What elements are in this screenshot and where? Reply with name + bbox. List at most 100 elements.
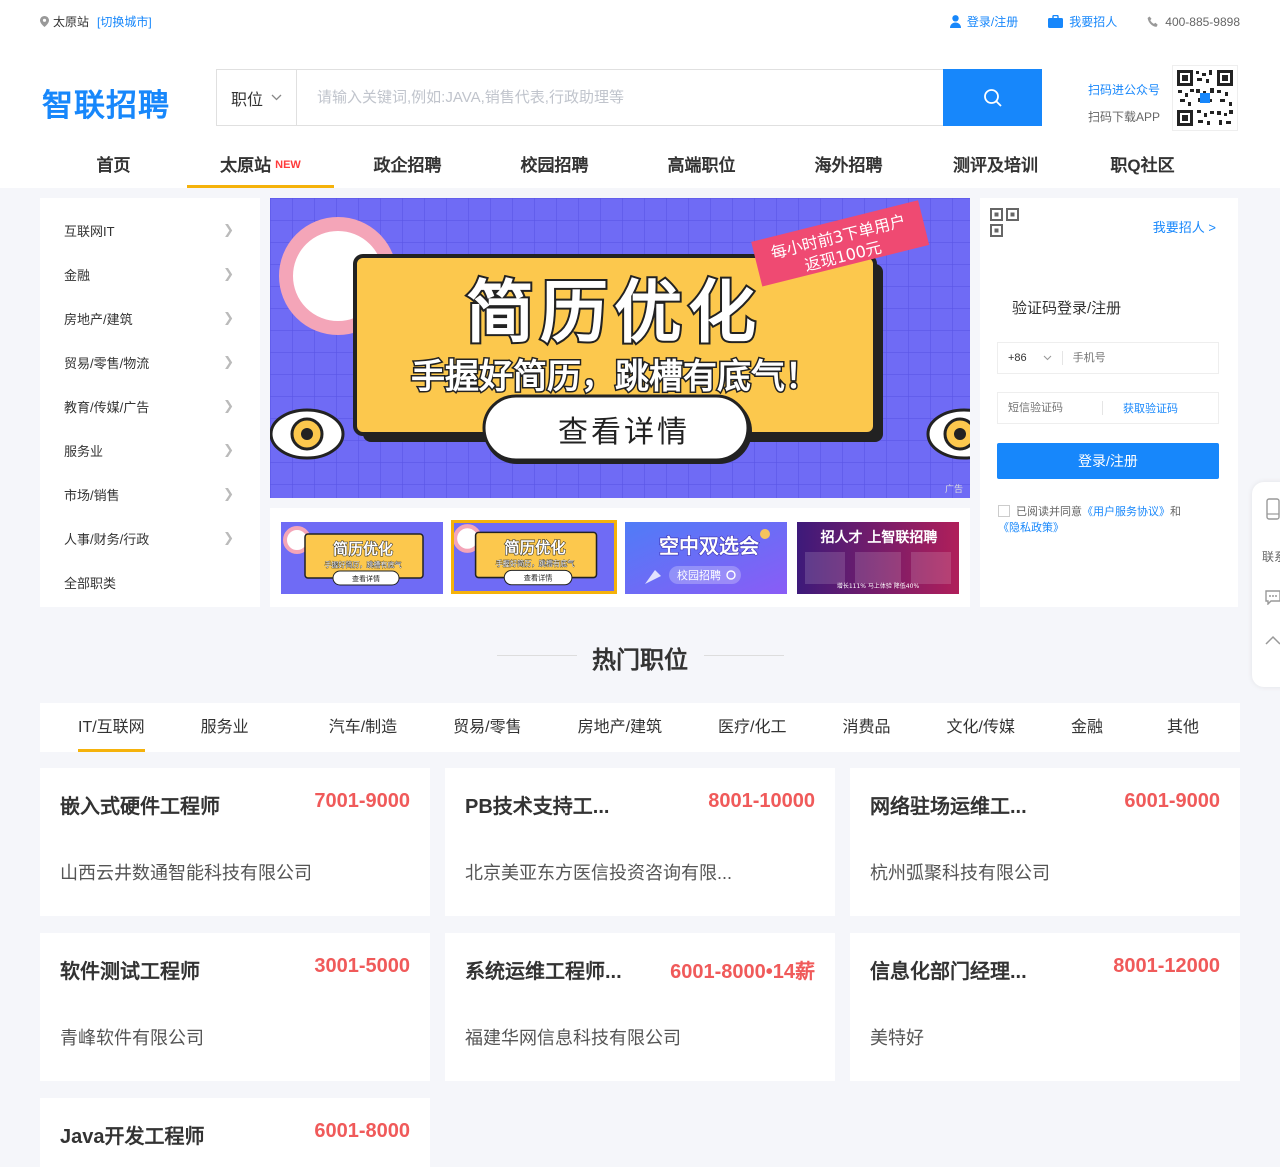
get-code-button[interactable]: 获取验证码 xyxy=(1123,400,1178,416)
switch-city-link[interactable]: [切换城市] xyxy=(97,13,152,30)
category-label: 市场/销售 xyxy=(64,487,120,503)
job-title: PB技术支持工... xyxy=(465,796,610,818)
category-item[interactable]: 教育/传媒/广告 ❯ xyxy=(40,384,260,428)
login-panel: 我要招人 > 验证码登录/注册 +86 获取验证码 登录/注册 已阅读并同意《用… xyxy=(980,198,1238,607)
user-agreement-link[interactable]: 《用户服务协议》 xyxy=(1082,506,1170,518)
category-item[interactable]: 市场/销售 ❯ xyxy=(40,472,260,516)
nav-label: 首页 xyxy=(96,156,131,175)
nav-senior[interactable]: 高端职位 xyxy=(628,140,775,188)
thumbnail-4[interactable]: 招人才 上智联招聘 增长111% 马上体验 降低40% xyxy=(797,522,959,594)
nav-label: 职Q社区 xyxy=(1110,156,1175,175)
job-title: Java开发工程师 xyxy=(60,1126,205,1148)
nav-home[interactable]: 首页 xyxy=(40,140,187,188)
nav-label: 海外招聘 xyxy=(814,156,883,175)
hire-link-panel[interactable]: 我要招人 > xyxy=(1153,217,1216,236)
qr-code xyxy=(1172,65,1238,131)
tab-medical-chemical[interactable]: 医疗/化工 xyxy=(706,703,798,752)
category-item[interactable]: 人事/财务/行政 ❯ xyxy=(40,516,260,560)
mobile-icon[interactable] xyxy=(1266,498,1280,520)
nav-label: 高端职位 xyxy=(667,156,736,175)
tab-auto-manufacturing[interactable]: 汽车/制造 xyxy=(317,703,409,752)
category-label: 金融 xyxy=(64,267,91,283)
agree-checkbox[interactable] xyxy=(998,505,1010,517)
nav-community[interactable]: 职Q社区 xyxy=(1069,140,1216,188)
chevron-right-icon: ❯ xyxy=(223,398,234,413)
search-type-select[interactable]: 职位 xyxy=(217,70,297,125)
tab-finance[interactable]: 金融 xyxy=(1059,703,1115,752)
thumbnail-art: 空中双选会 校园招聘 xyxy=(625,522,787,594)
category-item[interactable]: 互联网IT ❯ xyxy=(40,208,260,252)
job-card[interactable]: 软件测试工程师 3001-5000 青峰软件有限公司 xyxy=(40,933,430,1081)
job-card[interactable]: 信息化部门经理... 8001-12000 美特好 xyxy=(850,933,1240,1081)
job-company: 青峰软件有限公司 xyxy=(60,1028,204,1048)
chevron-right-icon: ❯ xyxy=(223,442,234,457)
login-register-link[interactable]: 登录/注册 xyxy=(949,13,1018,30)
login-title: 验证码登录/注册 xyxy=(1012,300,1122,317)
thumbnail-2[interactable]: 简历优化 手握好简历，跳槽有底气 查看详情 xyxy=(451,520,617,594)
tab-other[interactable]: 其他 xyxy=(1155,703,1211,752)
sidebar-label: 联系 xyxy=(1262,550,1280,564)
new-badge: NEW xyxy=(275,159,301,171)
category-item[interactable]: 服务业 ❯ xyxy=(40,428,260,472)
agree-prefix: 已阅读并同意 xyxy=(1016,506,1082,518)
category-item[interactable]: 贸易/零售/物流 ❯ xyxy=(40,340,260,384)
phone-label: 400-885-9898 xyxy=(1165,14,1240,29)
country-code[interactable]: +86 xyxy=(998,352,1027,364)
thumb-sub: 校园招聘 xyxy=(677,568,721,582)
thumbnail-1[interactable]: 简历优化 手握好简历，跳槽有底气 查看详情 xyxy=(281,522,443,594)
login-submit-button[interactable]: 登录/注册 xyxy=(997,443,1219,479)
hero-banner[interactable]: 简历优化 手握好简历，跳槽有底气！ 查看详情 每小时前3下单用户 返现100元 … xyxy=(270,198,970,498)
chat-icon[interactable] xyxy=(1265,589,1280,605)
nav-government[interactable]: 政企招聘 xyxy=(334,140,481,188)
privacy-policy-link[interactable]: 《隐私政策》 xyxy=(998,522,1064,534)
job-salary: 8001-10000 xyxy=(708,790,815,812)
category-item[interactable]: 房地产/建筑 ❯ xyxy=(40,296,260,340)
search-button[interactable] xyxy=(943,69,1042,126)
tab-consumer-goods[interactable]: 消费品 xyxy=(831,703,903,752)
qr-login-icon[interactable] xyxy=(990,208,1020,238)
code-input[interactable] xyxy=(998,402,1098,414)
job-salary: 3001-5000 xyxy=(314,955,410,977)
search-icon xyxy=(983,88,1002,107)
nav-label: 校园招聘 xyxy=(520,156,589,175)
nav-label: 测评及培训 xyxy=(953,156,1038,175)
chevron-down-icon xyxy=(1043,355,1052,361)
tab-it-internet[interactable]: IT/互联网 xyxy=(66,703,157,752)
tab-service[interactable]: 服务业 xyxy=(189,703,261,752)
nav-city-station[interactable]: 太原站 NEW xyxy=(187,140,334,188)
category-item[interactable]: 金融 ❯ xyxy=(40,252,260,296)
thumb-cta: 查看详情 xyxy=(352,574,380,583)
job-card[interactable]: Java开发工程师 6001-8000 xyxy=(40,1098,430,1167)
banner-thumbnails: 简历优化 手握好简历，跳槽有底气 查看详情 简历优化 手握好简历，跳槽有底气 查… xyxy=(270,508,970,607)
nav-overseas[interactable]: 海外招聘 xyxy=(775,140,922,188)
phone-input[interactable] xyxy=(1072,352,1203,364)
job-card[interactable]: 网络驻场运维工... 6001-9000 杭州弧聚科技有限公司 xyxy=(850,768,1240,916)
category-label: 全部职类 xyxy=(64,575,117,591)
banner-artwork: 简历优化 手握好简历，跳槽有底气！ 查看详情 每小时前3下单用户 返现100元 … xyxy=(270,198,970,498)
thumbnail-art: 简历优化 手握好简历，跳槽有底气 查看详情 xyxy=(281,522,443,594)
chevron-right-icon: ❯ xyxy=(223,266,234,281)
tab-trade-retail[interactable]: 贸易/零售 xyxy=(441,703,533,752)
job-card[interactable]: 系统运维工程师... 6001-8000•14薪 福建华网信息科技有限公司 xyxy=(445,933,835,1081)
chevron-right-icon: ❯ xyxy=(223,222,234,237)
nav-assessment[interactable]: 测评及培训 xyxy=(922,140,1069,188)
logo[interactable]: 智联招聘 xyxy=(42,80,170,125)
job-card[interactable]: 嵌入式硬件工程师 7001-9000 山西云井数通智能科技有限公司 xyxy=(40,768,430,916)
divider xyxy=(1061,351,1063,365)
tab-culture-media[interactable]: 文化/传媒 xyxy=(935,703,1027,752)
top-bar: 太原站 [切换城市] 登录/注册 我要招人 400-885-9898 xyxy=(0,0,1280,40)
job-category-tabs: IT/互联网 服务业 汽车/制造 贸易/零售 房地产/建筑 医疗/化工 消费品 … xyxy=(40,703,1240,752)
search-input[interactable] xyxy=(297,70,943,125)
chevron-right-icon: ❯ xyxy=(223,310,234,325)
qr-official-link[interactable]: 扫码进公众号 xyxy=(1088,77,1160,104)
agreement: 已阅读并同意《用户服务协议》和 《隐私政策》 xyxy=(998,504,1223,536)
thumb-sub: 手握好简历，跳槽有底气 xyxy=(325,560,402,569)
hire-link[interactable]: 我要招人 xyxy=(1048,13,1117,30)
tab-real-estate[interactable]: 房地产/建筑 xyxy=(566,703,674,752)
banner-headline: 简历优化 xyxy=(466,274,762,353)
job-title: 嵌入式硬件工程师 xyxy=(60,796,220,818)
category-item-all[interactable]: 全部职类 xyxy=(40,560,260,604)
nav-campus[interactable]: 校园招聘 xyxy=(481,140,628,188)
thumbnail-3[interactable]: 空中双选会 校园招聘 xyxy=(625,522,787,594)
job-card[interactable]: PB技术支持工... 8001-10000 北京美亚东方医信投资咨询有限... xyxy=(445,768,835,916)
